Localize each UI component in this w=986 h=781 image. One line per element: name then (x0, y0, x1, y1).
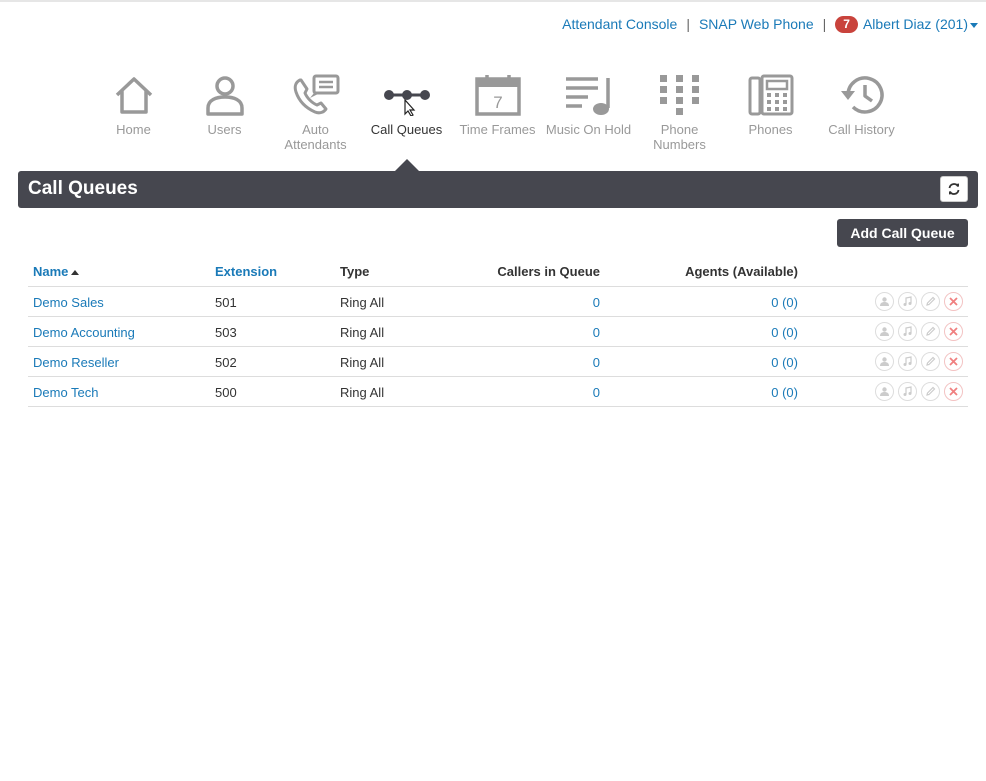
top-links: Attendant Console | SNAP Web Phone | 7 A… (562, 15, 978, 33)
desk-phone-icon (725, 72, 816, 118)
callers-count-link[interactable]: 0 (593, 325, 600, 340)
call-queue-icon (361, 72, 452, 118)
agents-column-header: Agents (Available) (685, 264, 798, 279)
row-actions (875, 352, 963, 371)
type-column-header: Type (340, 264, 370, 279)
nav-item-home[interactable]: Home (88, 72, 179, 152)
calendar-icon: 7 (452, 72, 543, 118)
queue-extension: 503 (215, 325, 237, 340)
agents-icon[interactable] (875, 352, 894, 371)
header-label: Name (33, 264, 69, 279)
queue-type: Ring All (340, 295, 385, 310)
agents-count-link[interactable]: 0 (0) (771, 355, 798, 370)
delete-icon[interactable] (944, 352, 963, 371)
caret-down-icon (970, 22, 978, 28)
queue-name-link[interactable]: Demo Tech (33, 385, 99, 400)
nav-item-time-frames[interactable]: 7 Time Frames (452, 72, 543, 152)
queue-name-link[interactable]: Demo Accounting (33, 325, 135, 340)
delete-icon[interactable] (944, 382, 963, 401)
queue-type: Ring All (340, 385, 385, 400)
agents-icon[interactable] (875, 322, 894, 341)
extension-column-header[interactable]: Extension (215, 264, 277, 279)
music-icon[interactable] (898, 292, 917, 311)
delete-icon[interactable] (944, 292, 963, 311)
edit-icon[interactable] (921, 352, 940, 371)
music-icon (543, 72, 634, 118)
calendar-day: 7 (493, 93, 502, 112)
call-queues-table: Name Extension Type Callers in Queue Age… (28, 257, 968, 407)
user-icon (179, 72, 270, 118)
user-menu[interactable]: Albert Diaz (201) (863, 16, 978, 32)
auto-attendant-icon (270, 72, 361, 118)
delete-icon[interactable] (944, 322, 963, 341)
name-column-header[interactable]: Name (33, 264, 80, 279)
agents-icon[interactable] (875, 292, 894, 311)
notification-badge[interactable]: 7 (835, 15, 858, 33)
queue-type: Ring All (340, 325, 385, 340)
keypad-icon (634, 72, 725, 118)
home-icon (88, 72, 179, 118)
edit-icon[interactable] (921, 292, 940, 311)
queue-name-link[interactable]: Demo Sales (33, 295, 104, 310)
page-title: Call Queues (28, 178, 138, 199)
edit-icon[interactable] (921, 382, 940, 401)
table-row: Demo Accounting 503 Ring All 0 0 (0) (28, 317, 968, 347)
add-call-queue-button[interactable]: Add Call Queue (837, 219, 968, 247)
active-tab-pointer (395, 159, 419, 171)
nav-label: Music On Hold (545, 122, 632, 137)
nav-label: Phone Numbers (653, 122, 706, 152)
callers-count-link[interactable]: 0 (593, 385, 600, 400)
panel-header: Call Queues (18, 159, 978, 208)
nav-item-users[interactable]: Users (179, 72, 270, 152)
nav-label: Auto Attendants (284, 122, 347, 152)
row-actions (875, 322, 963, 341)
edit-icon[interactable] (921, 322, 940, 341)
nav-label: Time Frames (459, 122, 536, 137)
nav-item-music-on-hold[interactable]: Music On Hold (543, 72, 634, 152)
callers-column-header: Callers in Queue (497, 264, 600, 279)
queue-extension: 501 (215, 295, 237, 310)
nav-item-auto-attendants[interactable]: Auto Attendants (270, 72, 361, 152)
music-icon[interactable] (898, 322, 917, 341)
nav-label: Users (207, 122, 242, 137)
queue-name-link[interactable]: Demo Reseller (33, 355, 119, 370)
nav-item-phones[interactable]: Phones (725, 72, 816, 152)
nav-item-phone-numbers[interactable]: Phone Numbers (634, 72, 725, 152)
callers-count-link[interactable]: 0 (593, 355, 600, 370)
table-row: Demo Sales 501 Ring All 0 0 (0) (28, 287, 968, 317)
nav-label: Call History (828, 122, 895, 137)
separator: | (686, 16, 690, 32)
agents-icon[interactable] (875, 382, 894, 401)
queue-type: Ring All (340, 355, 385, 370)
agents-count-link[interactable]: 0 (0) (771, 295, 798, 310)
table-row: Demo Reseller 502 Ring All 0 0 (0) (28, 347, 968, 377)
history-icon (816, 72, 907, 118)
nav-item-call-history[interactable]: Call History (816, 72, 907, 152)
music-icon[interactable] (898, 352, 917, 371)
table-header-row: Name Extension Type Callers in Queue Age… (28, 257, 968, 287)
separator: | (822, 16, 827, 32)
agents-count-link[interactable]: 0 (0) (771, 325, 798, 340)
table-row: Demo Tech 500 Ring All 0 0 (0) (28, 377, 968, 407)
refresh-icon (948, 183, 960, 195)
callers-count-link[interactable]: 0 (593, 295, 600, 310)
queue-extension: 500 (215, 385, 237, 400)
queue-extension: 502 (215, 355, 237, 370)
music-icon[interactable] (898, 382, 917, 401)
agents-count-link[interactable]: 0 (0) (771, 385, 798, 400)
row-actions (875, 292, 963, 311)
nav-item-call-queues[interactable]: Call Queues (361, 72, 452, 152)
nav-label: Home (116, 122, 151, 137)
top-border (0, 0, 986, 2)
row-actions (875, 382, 963, 401)
main-nav: Home Users Auto Attendants Call Queues 7… (88, 72, 907, 152)
attendant-console-link[interactable]: Attendant Console (562, 16, 677, 32)
sort-ascending-icon (71, 270, 80, 276)
table-body: Demo Sales 501 Ring All 0 0 (0) Demo Accounti… (28, 287, 968, 407)
snap-web-phone-link[interactable]: SNAP Web Phone (699, 16, 814, 32)
nav-label: Call Queues (370, 122, 443, 137)
refresh-button[interactable] (940, 176, 968, 202)
user-name: Albert Diaz (201) (862, 16, 968, 32)
nav-label: Phones (748, 122, 793, 137)
